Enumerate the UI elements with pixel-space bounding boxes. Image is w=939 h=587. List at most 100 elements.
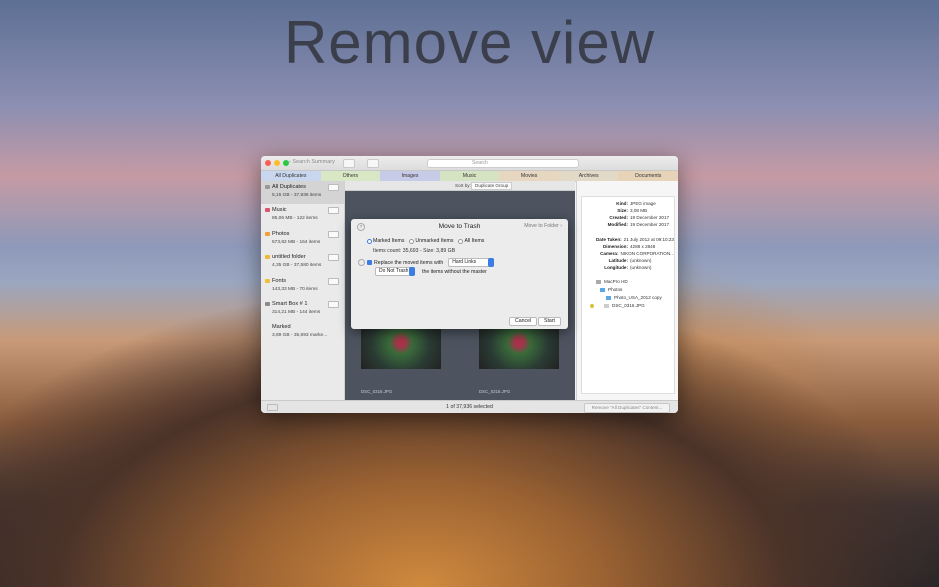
info-key: Modified:: [607, 222, 628, 227]
tab-movies[interactable]: Movies: [499, 171, 559, 181]
help-icon[interactable]: [358, 259, 365, 266]
replace-checkbox[interactable]: [367, 260, 372, 265]
label-dot-icon: [590, 304, 594, 308]
info-value: 19 December 2017: [630, 215, 670, 220]
sidebar-item[interactable]: All Duplicates 5,15 GB - 37,936 items: [261, 181, 344, 205]
tab-music[interactable]: Music: [439, 171, 500, 181]
path-item[interactable]: DSC_0316.JPG: [582, 302, 674, 310]
sidebar-item-menu-button[interactable]: [328, 207, 339, 215]
search-input[interactable]: Search: [427, 159, 579, 168]
tab-documents[interactable]: Documents: [618, 171, 678, 181]
item-selection-radios: Marked Items Unmarked Items All Items: [367, 238, 484, 244]
path-item[interactable]: MacPro HD: [582, 278, 674, 286]
thumbnail-caption: DSC_0316.JPG: [361, 389, 393, 394]
sidebar-item[interactable]: Smart Box # 1 314,21 MB - 144 items: [261, 298, 344, 321]
move-to-folder-button[interactable]: Move to Folder ›: [524, 223, 562, 229]
info-row: Dimension: 4288 x 2848: [582, 244, 674, 249]
info-panel: Kind: JPEG image Size: 3,08 MB Created: 19 De…: [576, 181, 678, 400]
radio-label: All Items: [464, 238, 485, 244]
info-key: Size:: [617, 208, 628, 213]
sidebar-item-size: 3,89 GB - 35,693 marke...: [272, 333, 328, 339]
sidebar-item[interactable]: Music 85,06 MB - 122 items: [261, 204, 344, 227]
sort-select[interactable]: Duplicate Group: [471, 182, 513, 190]
sidebar-item-size: 143,33 MB - 70 items: [272, 286, 318, 292]
sidebar-item-name: Marked: [272, 324, 291, 331]
sidebar-item-size: 314,21 MB - 144 items: [272, 309, 321, 315]
tab-images[interactable]: Images: [380, 171, 440, 181]
items-count: Items count: 35,693 - Size: 3,89 GB: [373, 248, 456, 254]
sidebar-item-menu-button[interactable]: [328, 184, 339, 191]
folder-icon: [606, 295, 611, 300]
sidebar-item-size: 573,82 MB - 164 items: [272, 239, 321, 245]
status-bar: 1 of 37,936 selected Remove "All Duplica…: [261, 400, 678, 413]
path-item-label: Photo_USA_2012 copy: [614, 295, 662, 300]
info-row: Created: 19 December 2017: [582, 215, 674, 220]
sidebar-item-size: 4,35 GB - 37,580 items: [272, 263, 322, 269]
search-placeholder: Search: [472, 160, 488, 166]
tab-archives[interactable]: Archives: [558, 171, 619, 181]
info-row: Modified: 19 December 2017: [582, 222, 674, 227]
info-value: 3,08 MB: [630, 208, 648, 213]
cancel-button[interactable]: Cancel: [509, 317, 538, 326]
close-button[interactable]: [265, 160, 271, 166]
sidebar-item-menu-button[interactable]: [328, 277, 339, 285]
radio-button[interactable]: [458, 238, 464, 244]
info-row: Size: 3,08 MB: [582, 208, 674, 213]
tab-all-duplicates[interactable]: All Duplicates: [261, 171, 321, 181]
path-item[interactable]: Photo_USA_2012 copy: [582, 294, 674, 302]
remove-content-button[interactable]: Remove "All Duplicates" Content...: [584, 403, 670, 413]
info-row: Date Taken: 21 July 2012 at 09:10:23: [582, 237, 674, 242]
replace-label: Replace the moved items with: [374, 259, 444, 266]
move-to-trash-dialog: ? Move to Trash Move to Folder › Marked …: [351, 219, 568, 329]
sidebar-item[interactable]: untitled folder 4,35 GB - 37,580 items: [261, 251, 344, 274]
radio-label: Marked Items: [373, 238, 405, 244]
exif-attributes: Date Taken: 21 July 2012 at 09:10:23 Dimen…: [582, 237, 674, 270]
folder-icon: [600, 287, 605, 292]
info-value: 19 December 2017: [630, 222, 670, 227]
path-item[interactable]: Photos: [582, 286, 674, 294]
info-key: Kind:: [616, 201, 628, 206]
sidebar-item-menu-button[interactable]: [328, 230, 339, 238]
info-value: JPEG image: [630, 201, 656, 206]
content-toolbar: Sort by: Duplicate Group: [345, 181, 575, 191]
radio-marked-items[interactable]: Marked Items: [367, 238, 404, 244]
path-item-label: DSC_0316.JPG: [612, 303, 645, 308]
radio-button[interactable]: [367, 238, 372, 244]
duplicates-icon: [265, 185, 270, 189]
radio-unmarked-items[interactable]: Unmarked Items: [409, 238, 453, 244]
minimize-button[interactable]: [274, 160, 280, 166]
toolbar-button[interactable]: [367, 159, 379, 168]
link-type-select[interactable]: Hard Links: [448, 258, 495, 267]
replace-row: Replace the moved items with Hard Links: [367, 258, 495, 267]
radio-button[interactable]: [409, 238, 415, 244]
app-window: ‹ Search Summary Search All Duplicates Ot…: [261, 156, 678, 413]
trash-option-select[interactable]: Do Not Trash: [375, 267, 415, 276]
sidebar-item[interactable]: Marked 3,89 GB - 35,693 marke...: [261, 321, 344, 344]
sort-value: Duplicate Group: [475, 183, 509, 188]
info-key: Longitude:: [604, 265, 628, 270]
info-row: Latitude: (unknown): [582, 258, 674, 263]
thumbnail-caption: DSC_0316.JPG: [479, 389, 511, 394]
sidebar-item-menu-button[interactable]: [328, 300, 339, 308]
link-type-value: Hard Links: [452, 259, 477, 265]
search-summary-button[interactable]: ‹ Search Summary: [289, 159, 335, 165]
info-row: Kind: JPEG image: [582, 201, 674, 206]
trash-option-row: Do Not Trash the items without the maste…: [375, 267, 487, 276]
start-button[interactable]: Start: [538, 317, 561, 326]
file-info: Kind: JPEG image Size: 3,08 MB Created: 19 De…: [581, 196, 675, 394]
chevron-updown-icon: [409, 267, 415, 276]
info-key: Dimension:: [602, 244, 628, 249]
sidebar-item[interactable]: Fonts 143,33 MB - 70 items: [261, 275, 344, 298]
sidebar-item-size: 5,15 GB - 37,936 items: [272, 193, 322, 198]
toolbar-button[interactable]: [343, 159, 355, 168]
sidebar-item-menu-button[interactable]: [328, 254, 339, 262]
sidebar-item-size: 85,06 MB - 122 items: [272, 216, 318, 222]
radio-all-items[interactable]: All Items: [458, 238, 484, 244]
chevron-right-icon: ›: [560, 223, 562, 229]
tab-others[interactable]: Others: [320, 171, 381, 181]
info-value: NIKON CORPORATION...: [620, 251, 674, 256]
chevron-updown-icon: [488, 258, 495, 267]
sidebar-item[interactable]: Photos 573,82 MB - 164 items: [261, 228, 344, 251]
info-row: Longitude: (unknown): [582, 265, 674, 270]
file-attributes: Kind: JPEG image Size: 3,08 MB Created: 19 De…: [582, 201, 674, 227]
